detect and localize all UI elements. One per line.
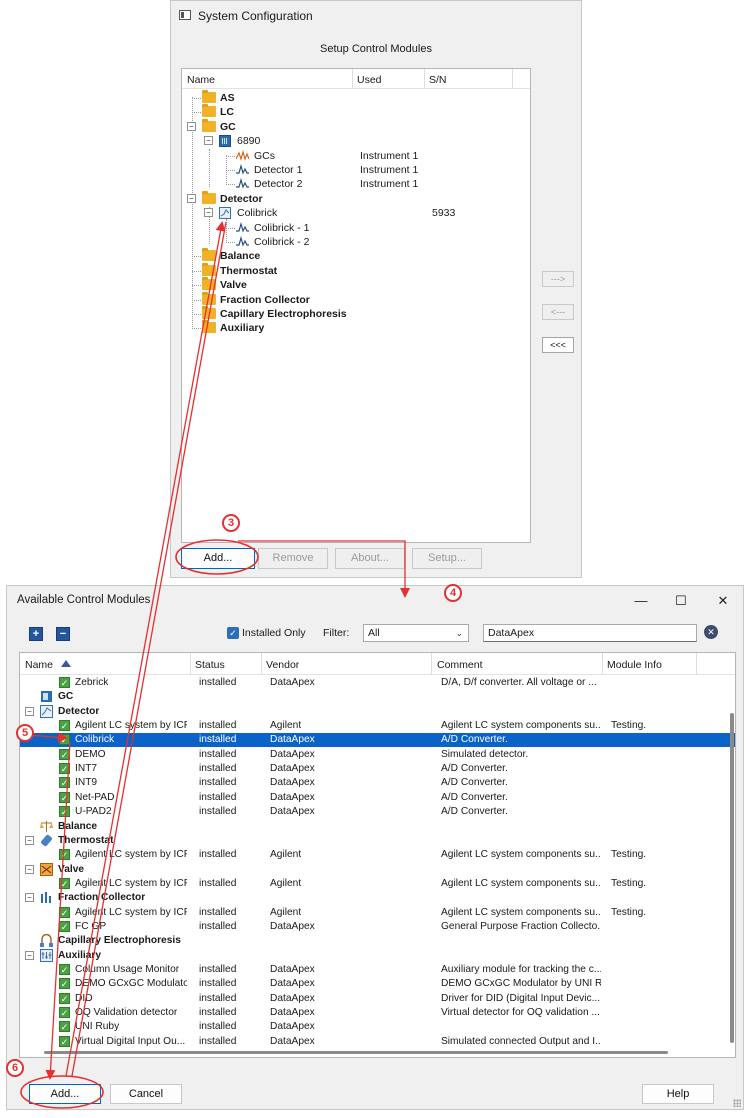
highlight-add-button-top [175,539,259,575]
step-5-badge: 5 [16,724,34,742]
step-3-badge: 3 [222,514,240,532]
highlight-add-button-bottom [20,1075,104,1109]
arrow-to-colibrick-tree-2 [71,221,227,1077]
arrow-to-colibrick-row [27,732,68,743]
arrow-to-colibrick-tree [65,221,226,1077]
annotation-overlay [20,221,410,1109]
step-6-badge: 6 [6,1059,24,1077]
arrow-to-second-window [238,540,410,598]
arrow-to-add-button [45,741,71,1080]
step-4-badge: 4 [444,584,462,602]
